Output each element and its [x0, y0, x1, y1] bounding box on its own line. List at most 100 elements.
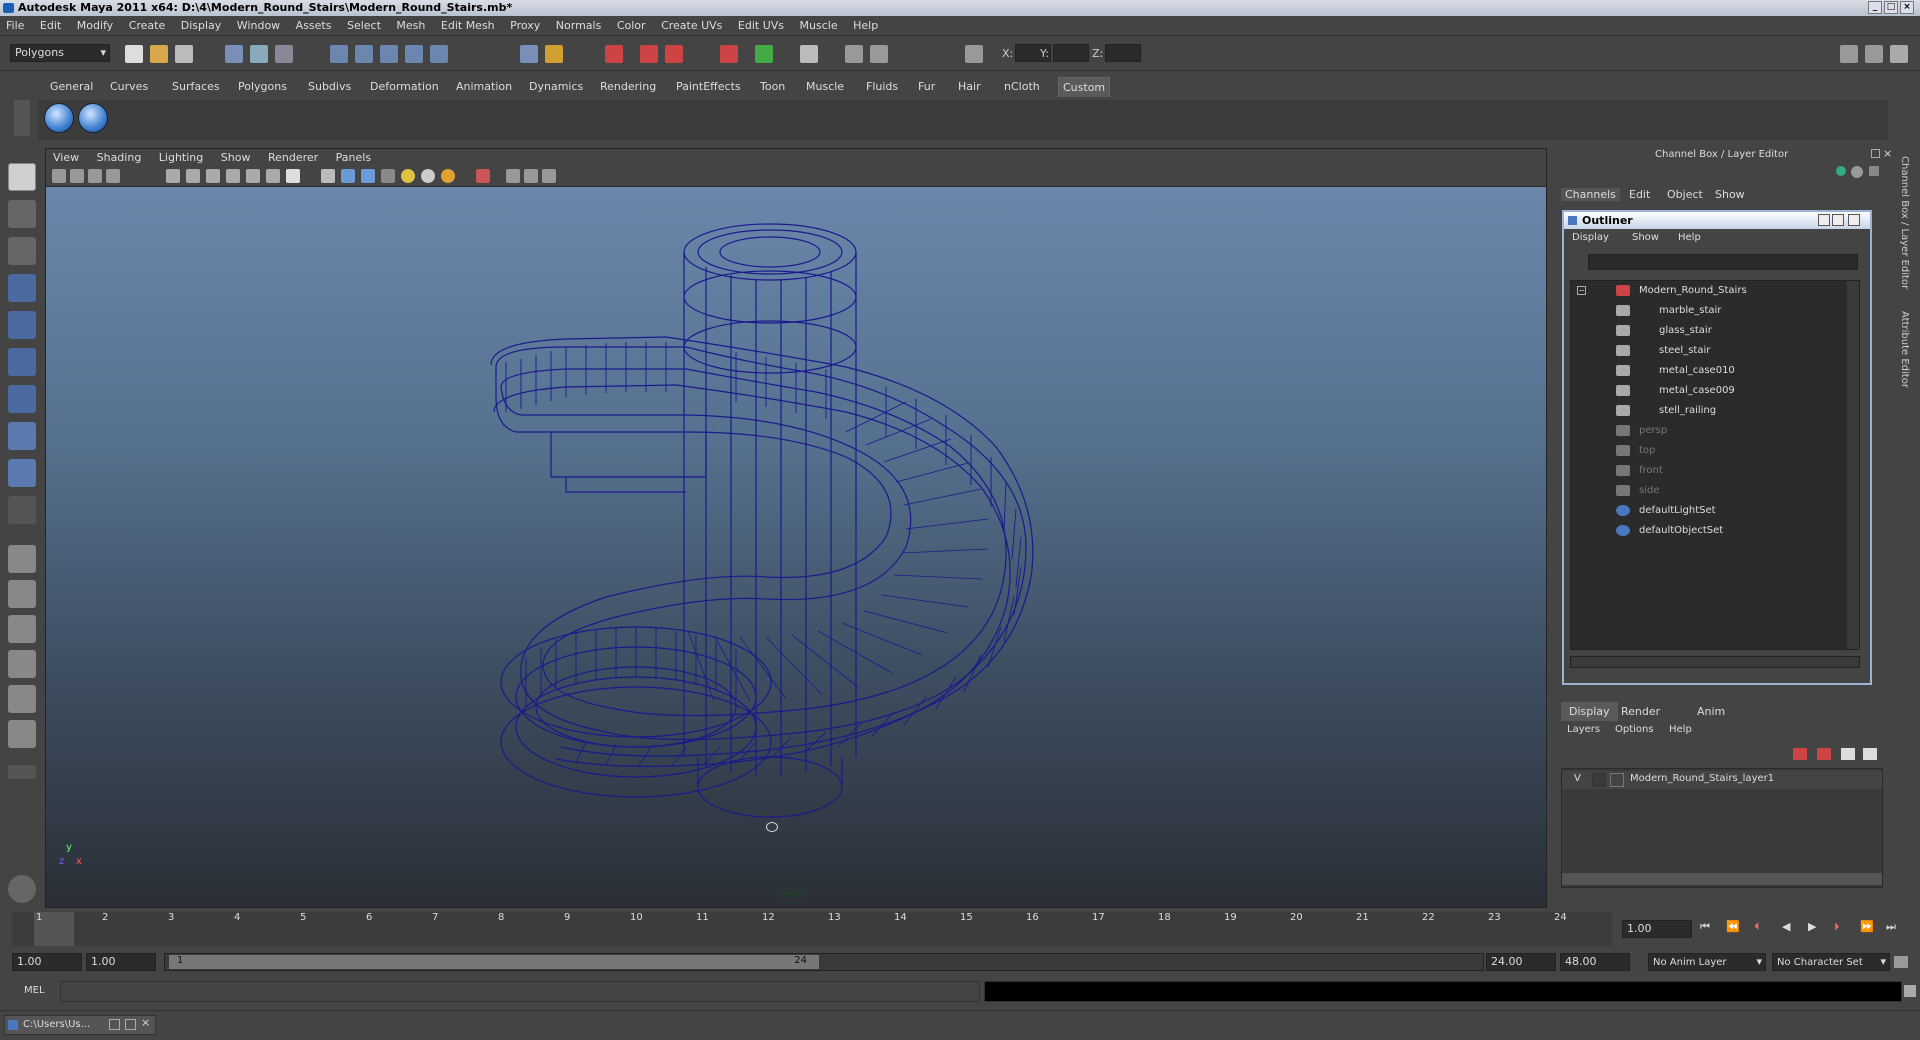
play-backward-icon[interactable]: ◀: [1782, 920, 1790, 933]
layer-menu-layers[interactable]: Layers: [1567, 724, 1600, 735]
show-tool-settings-icon[interactable]: [1865, 45, 1883, 63]
mel-input[interactable]: [60, 981, 980, 1002]
layer-up-icon[interactable]: [1841, 748, 1855, 760]
range-slider[interactable]: 1 24: [164, 953, 1484, 971]
custom-check-button-2[interactable]: [78, 103, 108, 133]
layer-template-toggle[interactable]: [1592, 773, 1606, 787]
field-chart-icon[interactable]: [246, 169, 260, 183]
perspective-viewport[interactable]: View Shading Lighting Show Renderer Pane…: [45, 148, 1547, 908]
new-scene-icon[interactable]: [125, 45, 143, 63]
menu-edit[interactable]: Edit: [34, 16, 67, 36]
menu-color[interactable]: Color: [611, 16, 652, 36]
wireframe-on-shaded-icon[interactable]: [361, 169, 375, 183]
menu-proxy[interactable]: Proxy: [504, 16, 546, 36]
outliner-menu-display[interactable]: Display: [1572, 232, 1609, 243]
outliner-camera-item[interactable]: top: [1571, 441, 1859, 461]
outliner-graph-layout-icon[interactable]: [8, 720, 36, 748]
image-plane-icon[interactable]: [106, 169, 120, 183]
menu-create[interactable]: Create: [123, 16, 172, 36]
outliner-child-item[interactable]: steel_stair: [1571, 341, 1859, 361]
outliner-menu-show[interactable]: Show: [1632, 232, 1659, 243]
animation-start-field[interactable]: 1.00: [12, 953, 82, 971]
command-language-label[interactable]: MEL: [24, 985, 45, 996]
resolution-gate-icon[interactable]: [206, 169, 220, 183]
layer-color-swatch[interactable]: [1610, 773, 1624, 787]
viewport-menu-lighting[interactable]: Lighting: [152, 149, 210, 167]
layer-visibility-toggle[interactable]: V: [1574, 773, 1581, 784]
shelf-tab-fur[interactable]: Fur: [914, 77, 939, 97]
scale-tool-icon[interactable]: [8, 348, 36, 376]
lock-camera-icon[interactable]: [70, 169, 84, 183]
safe-title-icon[interactable]: [286, 169, 300, 183]
z-field[interactable]: [1105, 44, 1141, 62]
channels-menu-show[interactable]: Show: [1715, 188, 1745, 201]
all-lights-icon[interactable]: [421, 169, 435, 183]
select-object-icon[interactable]: [250, 45, 268, 63]
step-back-frame-icon[interactable]: ⏴: [1754, 920, 1760, 934]
move-tool-icon[interactable]: [8, 274, 36, 302]
step-back-key-icon[interactable]: ⏪: [1726, 920, 1740, 933]
anim-layer-dropdown[interactable]: No Anim Layer ▾: [1648, 953, 1766, 971]
layer-menu-help[interactable]: Help: [1669, 724, 1692, 735]
shelf-tab-curves[interactable]: Curves: [106, 77, 152, 97]
show-channel-box-icon[interactable]: [1890, 45, 1908, 63]
channels-menu-object[interactable]: Object: [1667, 188, 1703, 201]
grid-icon[interactable]: [166, 169, 180, 183]
new-layer-icon[interactable]: [1793, 748, 1807, 760]
shelf-tab-general[interactable]: General: [46, 77, 97, 97]
xray-icon[interactable]: [506, 169, 520, 183]
render-settings-icon[interactable]: [720, 45, 738, 63]
layer-down-icon[interactable]: [1863, 748, 1877, 760]
viewport-menu-shading[interactable]: Shading: [90, 149, 149, 167]
outliner-filter-field[interactable]: [1588, 254, 1858, 270]
textured-icon[interactable]: [381, 169, 395, 183]
current-frame-field[interactable]: 1.00: [1622, 920, 1692, 938]
single-pane-layout-icon[interactable]: [8, 545, 36, 573]
minimize-icon[interactable]: _: [1868, 1, 1882, 14]
outliner-camera-item[interactable]: persp: [1571, 421, 1859, 441]
show-attribute-editor-icon[interactable]: [1840, 45, 1858, 63]
lock-icon[interactable]: [545, 45, 563, 63]
render-view-icon[interactable]: [800, 45, 818, 63]
restore-icon[interactable]: [109, 1019, 120, 1030]
hypershade-icon[interactable]: [755, 45, 773, 63]
default-light-icon[interactable]: [401, 169, 415, 183]
outliner-root-item[interactable]: − Modern_Round_Stairs: [1571, 281, 1859, 301]
step-forward-key-icon[interactable]: ⏩: [1860, 920, 1874, 933]
layer-row[interactable]: V Modern_Round_Stairs_layer1: [1562, 771, 1882, 789]
menu-set-dropdown[interactable]: Polygons ▾: [10, 44, 110, 62]
open-scene-icon[interactable]: [150, 45, 168, 63]
shelf-tab-toon[interactable]: Toon: [756, 77, 789, 97]
outliner-child-item[interactable]: stell_railing: [1571, 401, 1859, 421]
layer-tab-anim[interactable]: Anim: [1697, 705, 1725, 718]
maximize-icon[interactable]: □: [1884, 1, 1898, 14]
playback-end-field[interactable]: 24.00: [1486, 953, 1556, 971]
camera-icon[interactable]: [845, 45, 863, 63]
go-to-end-icon[interactable]: ⏭: [1886, 920, 1896, 934]
layer-tab-render[interactable]: Render: [1621, 705, 1660, 718]
outliner-child-item[interactable]: metal_case010: [1571, 361, 1859, 381]
film-gate-icon[interactable]: [186, 169, 200, 183]
history-icon[interactable]: [605, 45, 623, 63]
script-editor-icon[interactable]: [1904, 985, 1916, 997]
shelf-tab-ncloth[interactable]: nCloth: [1000, 77, 1044, 97]
menu-window[interactable]: Window: [231, 16, 286, 36]
shadows-icon[interactable]: [441, 169, 455, 183]
viewport-menu-show[interactable]: Show: [214, 149, 258, 167]
outliner-set-item[interactable]: defaultObjectSet: [1571, 521, 1859, 541]
lasso-tool-icon[interactable]: [8, 200, 36, 228]
shelf-tab-surfaces[interactable]: Surfaces: [168, 77, 224, 97]
channel-box-key-icon[interactable]: [1836, 166, 1846, 176]
wireframe-icon[interactable]: [321, 169, 335, 183]
isolate-select-icon[interactable]: [476, 169, 490, 183]
shelf-tab-fluids[interactable]: Fluids: [862, 77, 902, 97]
outliner-child-item[interactable]: marble_stair: [1571, 301, 1859, 321]
outliner-camera-item[interactable]: side: [1571, 481, 1859, 501]
menu-mesh[interactable]: Mesh: [390, 16, 431, 36]
outliner-minimize-icon[interactable]: [1818, 214, 1830, 226]
shelf-tab-polygons[interactable]: Polygons: [234, 77, 291, 97]
channel-box-help-icon[interactable]: [1851, 166, 1863, 178]
transform-icon[interactable]: [965, 45, 983, 63]
show-manipulator-icon[interactable]: [8, 459, 36, 487]
toolbox-collapse-icon[interactable]: [8, 765, 36, 779]
